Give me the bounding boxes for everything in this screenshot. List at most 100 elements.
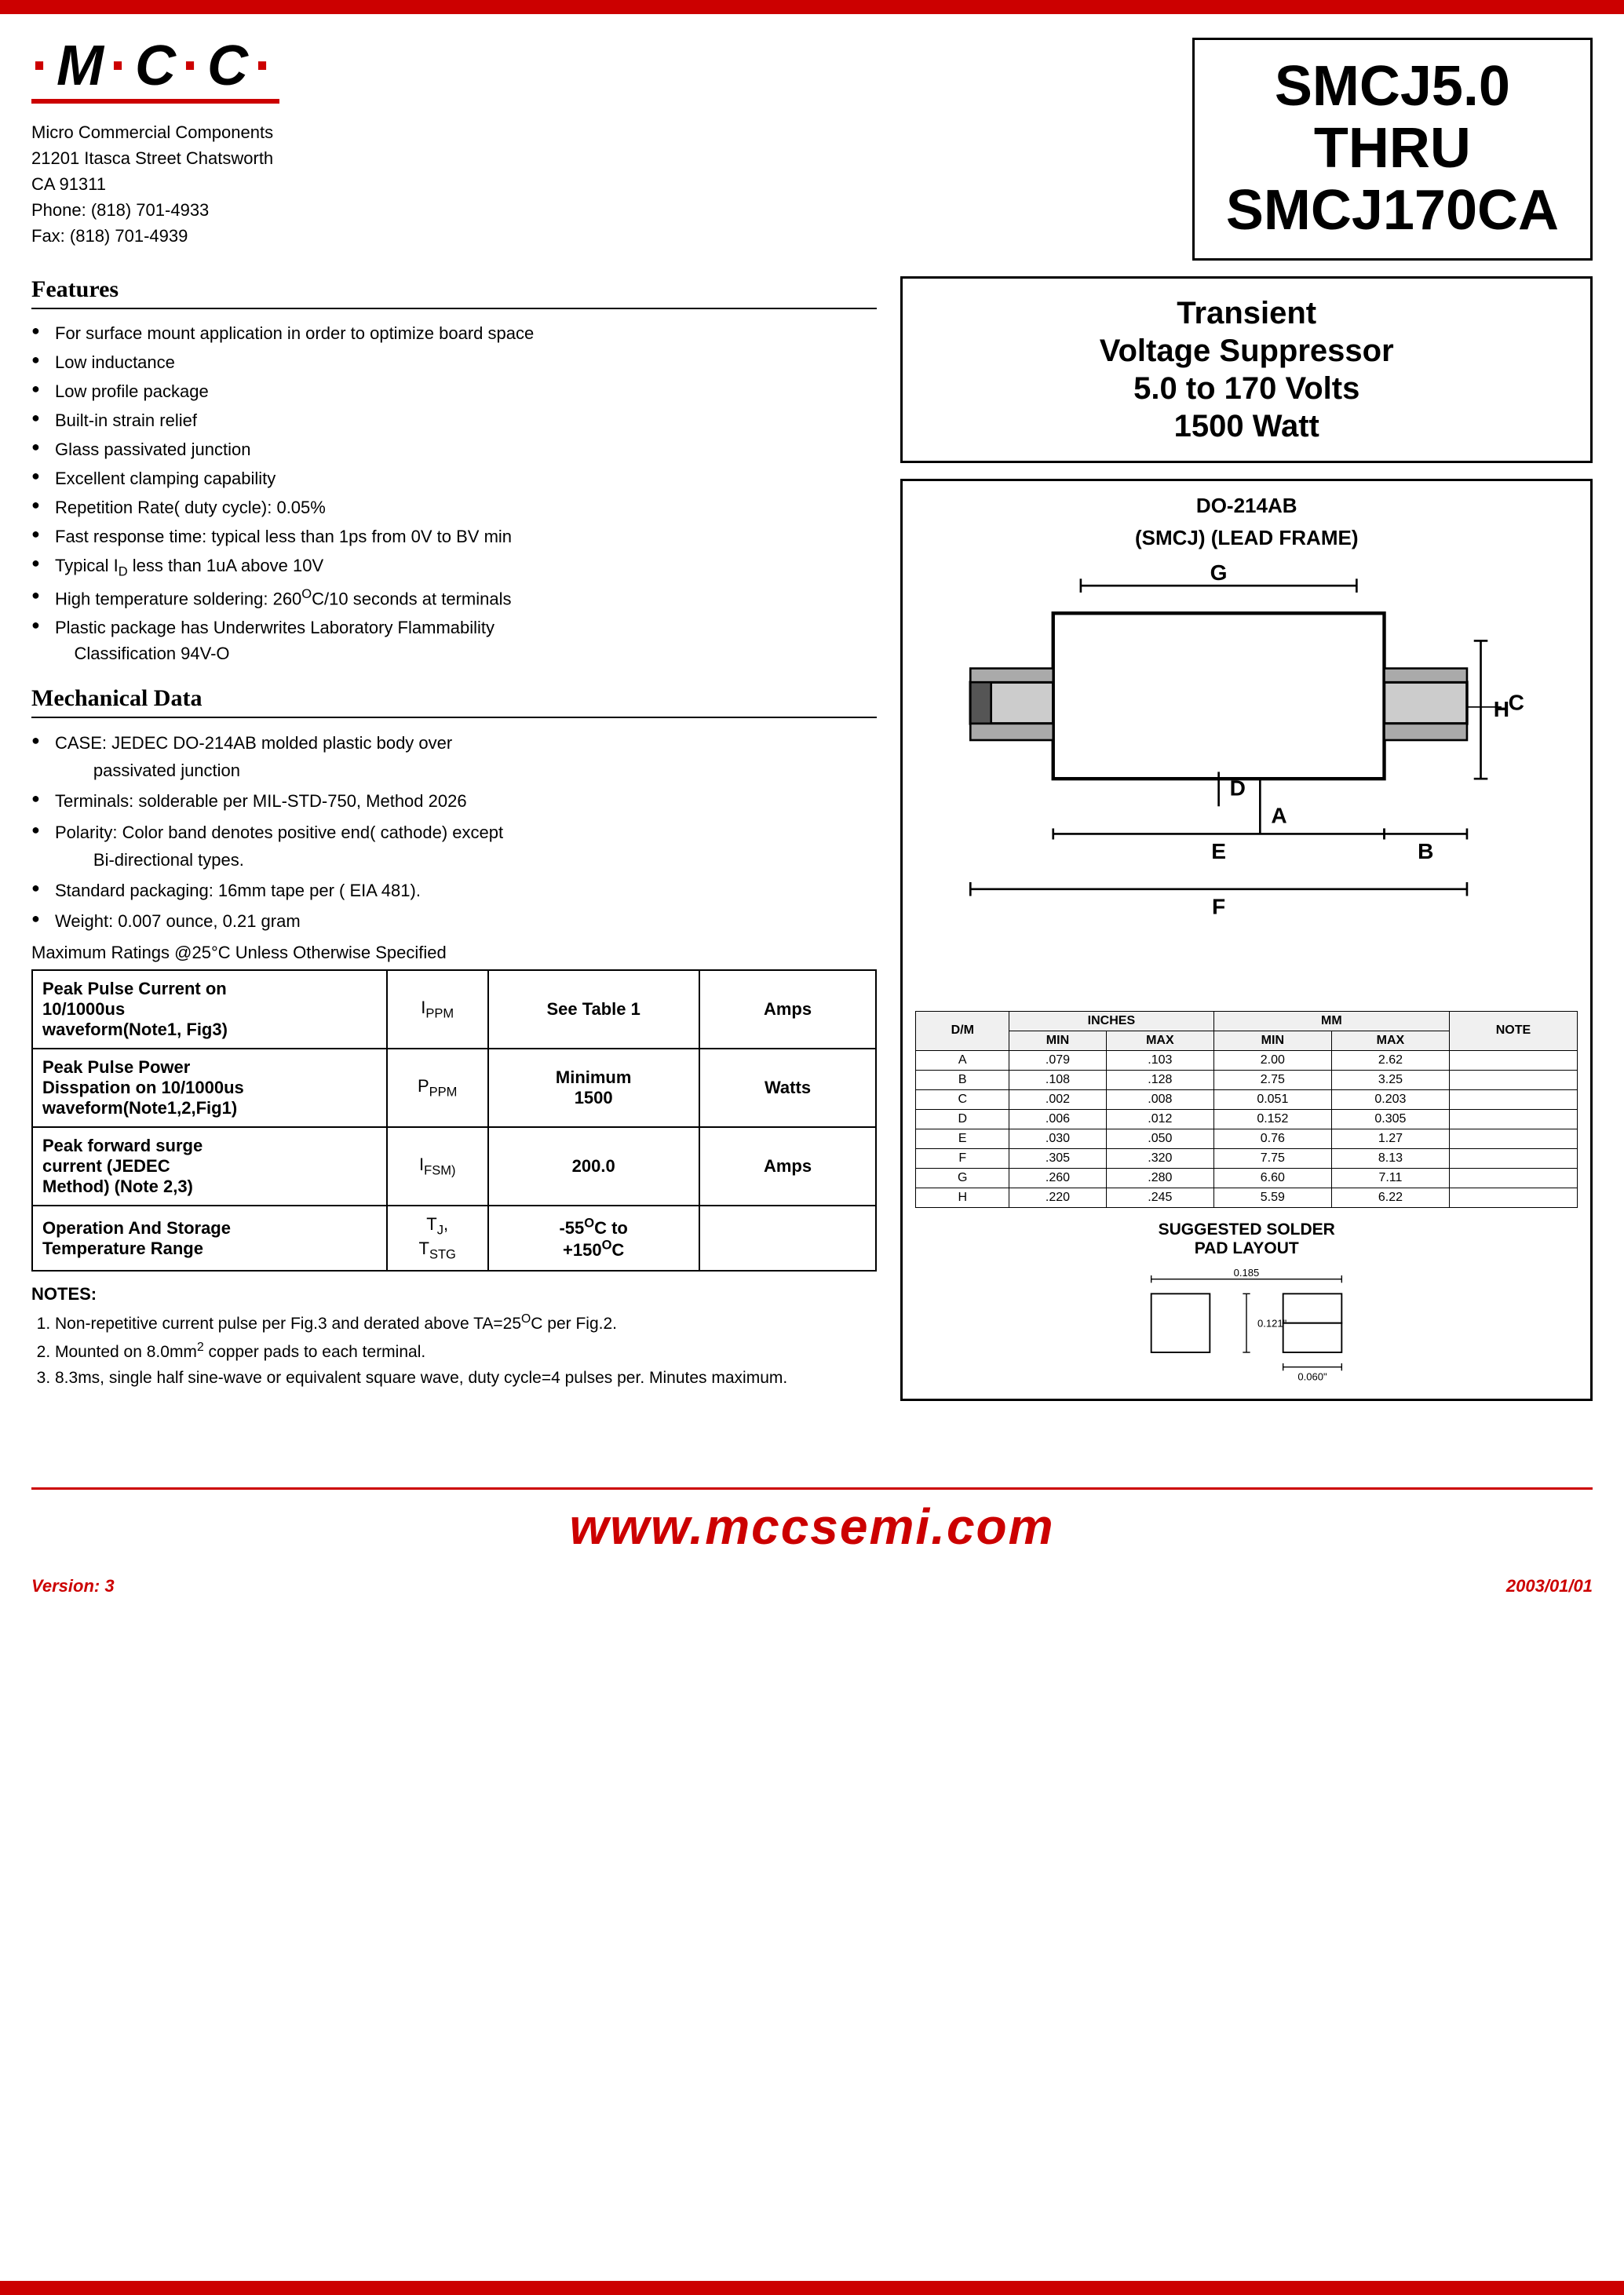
svg-text:D: D <box>1230 775 1246 800</box>
dim-cell: A <box>916 1050 1009 1070</box>
feature-5: Glass passivated junction <box>31 436 877 462</box>
desc-line1: Transient <box>926 294 1567 332</box>
dim-cell: 2.75 <box>1213 1070 1331 1089</box>
rating-sym-3: IFSM) <box>387 1127 488 1206</box>
dim-cell: 1.27 <box>1331 1129 1449 1148</box>
two-col-layout: Features For surface mount application i… <box>31 276 1593 1418</box>
company-address2: CA 91311 <box>31 171 273 197</box>
dim-cell: 7.11 <box>1331 1168 1449 1188</box>
rating-sym-4: TJ,TSTG <box>387 1206 488 1271</box>
dim-cell: 2.62 <box>1331 1050 1449 1070</box>
svg-text:0.060": 0.060" <box>1298 1370 1328 1381</box>
logo-area: ·M·C·C· Micro Commercial Components 2120… <box>31 38 279 249</box>
dim-row: A.079.1032.002.62 <box>916 1050 1578 1070</box>
rating-label-3: Peak forward surgecurrent (JEDECMethod) … <box>32 1127 387 1206</box>
dim-header-row: D/M INCHES MM NOTE <box>916 1011 1578 1031</box>
dim-cell: .006 <box>1009 1109 1107 1129</box>
dim-cell <box>1449 1168 1577 1188</box>
dim-cell: 0.051 <box>1213 1089 1331 1109</box>
svg-text:A: A <box>1272 803 1287 827</box>
dim-cell: F <box>916 1148 1009 1168</box>
logo-text: ·M·C·C· <box>31 38 279 94</box>
dim-th-dm: D/M <box>916 1011 1009 1050</box>
rating-label-2: Peak Pulse PowerDisspation on 10/1000usw… <box>32 1049 387 1127</box>
features-list: For surface mount application in order t… <box>31 320 877 666</box>
dim-row: D.006.0120.1520.305 <box>916 1109 1578 1129</box>
rating-val-2: Minimum1500 <box>488 1049 699 1127</box>
right-column: Transient Voltage Suppressor 5.0 to 170 … <box>900 276 1593 1418</box>
svg-text:0.121": 0.121" <box>1257 1317 1287 1329</box>
dim-cell: .320 <box>1106 1148 1213 1168</box>
footer-area: www.mccsemi.com Version: 3 2003/01/01 <box>0 1480 1624 1618</box>
rating-unit-4 <box>699 1206 877 1271</box>
footer-website-container: www.mccsemi.com <box>31 1498 1593 1556</box>
left-column: Features For surface mount application i… <box>31 276 877 1418</box>
table-row: Peak forward surgecurrent (JEDECMethod) … <box>32 1127 876 1206</box>
company-address1: 21201 Itasca Street Chatsworth <box>31 145 273 171</box>
footer-version: Version: 3 <box>31 1576 115 1596</box>
notes-list: Non-repetitive current pulse per Fig.3 a… <box>31 1309 877 1392</box>
feature-2: Low inductance <box>31 349 877 375</box>
logo-dot4: · <box>254 35 279 97</box>
feature-6: Excellent clamping capability <box>31 465 877 491</box>
dim-row: H.220.2455.596.22 <box>916 1188 1578 1207</box>
solder-pad-area: SUGGESTED SOLDERPAD LAYOUT 0.185 <box>915 1220 1578 1386</box>
feature-10: High temperature soldering: 260OC/10 sec… <box>31 585 877 611</box>
dim-cell <box>1449 1050 1577 1070</box>
dim-row: E.030.0500.761.27 <box>916 1129 1578 1148</box>
dim-cell: 6.22 <box>1331 1188 1449 1207</box>
dim-cell: 0.76 <box>1213 1129 1331 1148</box>
feature-11: Plastic package has Underwrites Laborato… <box>31 615 877 666</box>
feature-3: Low profile package <box>31 378 877 404</box>
dim-cell: D <box>916 1109 1009 1129</box>
rating-unit-3: Amps <box>699 1127 877 1206</box>
logo-dot3: · <box>182 35 207 97</box>
rating-label-1: Peak Pulse Current on10/1000uswaveform(N… <box>32 970 387 1049</box>
dim-th-max1: MAX <box>1106 1031 1213 1050</box>
table-row: Peak Pulse PowerDisspation on 10/1000usw… <box>32 1049 876 1127</box>
logo-dot2: · <box>110 35 135 97</box>
dim-th-inches: INCHES <box>1009 1011 1214 1031</box>
dim-cell <box>1449 1070 1577 1089</box>
ratings-table: Peak Pulse Current on10/1000uswaveform(N… <box>31 969 877 1272</box>
mech-4: Standard packaging: 16mm tape per ( EIA … <box>31 877 877 904</box>
dim-th-note: NOTE <box>1449 1011 1577 1050</box>
dim-th-min1: MIN <box>1009 1031 1107 1050</box>
dim-cell: .245 <box>1106 1188 1213 1207</box>
dim-cell <box>1449 1109 1577 1129</box>
svg-text:B: B <box>1418 839 1434 863</box>
dim-cell: .260 <box>1009 1168 1107 1188</box>
svg-text:C: C <box>1509 690 1524 714</box>
rating-sym-2: PPPM <box>387 1049 488 1127</box>
notes-section: NOTES: Non-repetitive current pulse per … <box>31 1284 877 1392</box>
dim-cell: .008 <box>1106 1089 1213 1109</box>
desc-line2: Voltage Suppressor <box>926 332 1567 370</box>
dim-cell: .220 <box>1009 1188 1107 1207</box>
company-info: Micro Commercial Components 21201 Itasca… <box>31 119 273 249</box>
svg-text:G: G <box>1210 560 1228 585</box>
description-box: Transient Voltage Suppressor 5.0 to 170 … <box>900 276 1593 463</box>
dim-cell: .280 <box>1106 1168 1213 1188</box>
dim-cell: E <box>916 1129 1009 1148</box>
solder-pad-diagram: 0.185 0.121" 0.060" <box>1137 1264 1356 1381</box>
mech-1: CASE: JEDEC DO-214AB molded plastic body… <box>31 729 877 784</box>
rating-unit-1: Amps <box>699 970 877 1049</box>
dim-cell: .012 <box>1106 1109 1213 1129</box>
rating-val-4: -55OC to+150OC <box>488 1206 699 1271</box>
note-3: 8.3ms, single half sine-wave or equivale… <box>55 1365 877 1392</box>
dim-cell: 3.25 <box>1331 1070 1449 1089</box>
desc-line4: 1500 Watt <box>926 407 1567 445</box>
dim-row: B.108.1282.753.25 <box>916 1070 1578 1089</box>
dim-cell: 7.75 <box>1213 1148 1331 1168</box>
rating-unit-2: Watts <box>699 1049 877 1127</box>
header-section: ·M·C·C· Micro Commercial Components 2120… <box>31 38 1593 261</box>
pkg-title2: (SMCJ) (LEAD FRAME) <box>915 526 1578 550</box>
part-line1: SMCJ5.0 <box>1226 56 1559 118</box>
dim-cell: H <box>916 1188 1009 1207</box>
dim-cell: .103 <box>1106 1050 1213 1070</box>
mech-3: Polarity: Color band denotes positive en… <box>31 819 877 874</box>
part-number: SMCJ5.0 THRU SMCJ170CA <box>1226 56 1559 243</box>
dim-th-min2: MIN <box>1213 1031 1331 1050</box>
dim-cell: .002 <box>1009 1089 1107 1109</box>
dimensions-table: D/M INCHES MM NOTE MIN MAX MIN MAX <box>915 1011 1578 1208</box>
